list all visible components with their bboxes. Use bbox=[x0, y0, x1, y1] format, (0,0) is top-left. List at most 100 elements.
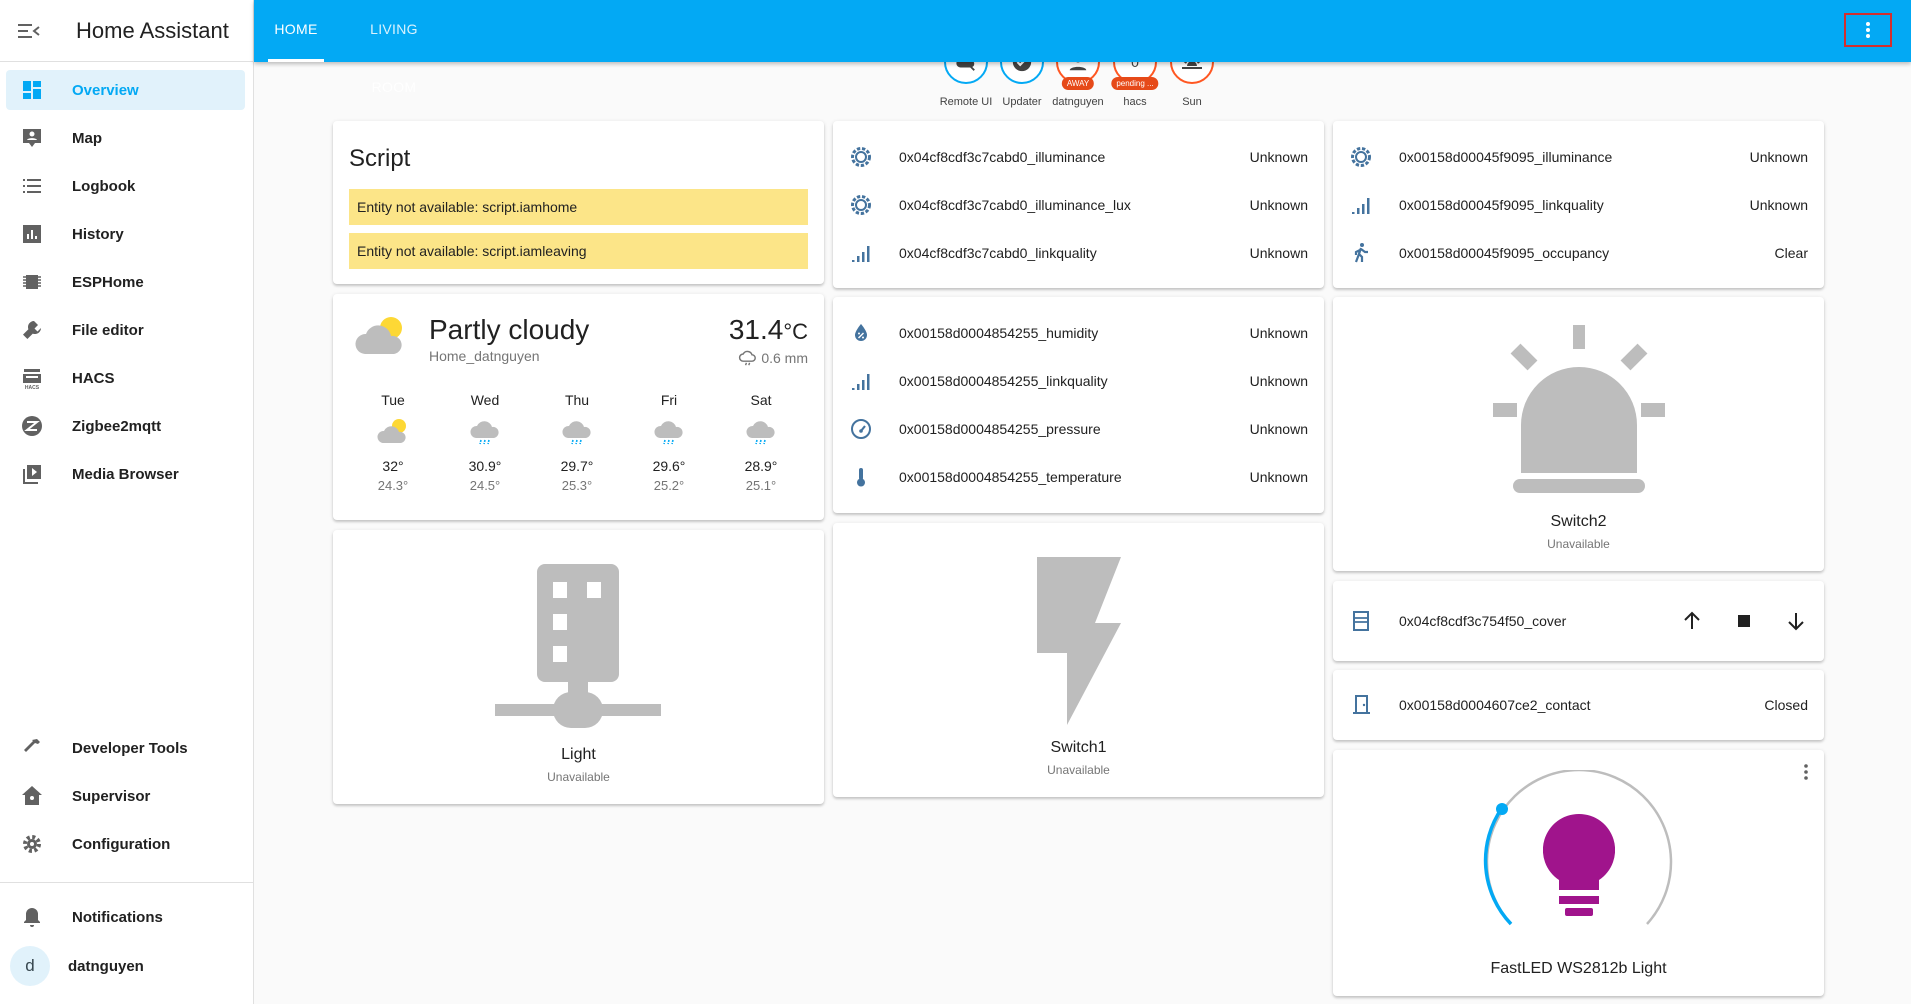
entity-name: 0x04cf8cdf3c7cabd0_illuminance_lux bbox=[899, 197, 1131, 213]
entities-card-3: 0x00158d00045f9095_illuminance Unknown 0… bbox=[1333, 121, 1824, 288]
app-title: Home Assistant bbox=[76, 17, 229, 43]
forecast-high: 32° bbox=[382, 458, 404, 474]
forecast-low: 25.2° bbox=[653, 478, 685, 493]
switch1-card[interactable]: Switch1 Unavailable bbox=[833, 523, 1324, 797]
entity-row[interactable]: 0x04cf8cdf3c7cabd0_illuminance Unknown bbox=[849, 137, 1308, 177]
dots-vertical-icon[interactable] bbox=[1804, 764, 1808, 780]
sidebar-item-label: History bbox=[72, 225, 124, 243]
arrow-up-icon[interactable] bbox=[1680, 609, 1704, 633]
entity-row[interactable]: 0x00158d0004854255_linkquality Unknown bbox=[849, 361, 1308, 401]
arrow-down-icon[interactable] bbox=[1784, 609, 1808, 633]
entity-row[interactable]: 0x00158d00045f9095_occupancy Clear bbox=[1349, 233, 1808, 273]
tab-home[interactable]: HOME bbox=[268, 0, 324, 62]
sidebar-item-media-browser[interactable]: Media Browser bbox=[6, 454, 245, 494]
entity-state: Unknown bbox=[1249, 469, 1308, 485]
rainy-icon bbox=[562, 421, 591, 445]
sidebar-item-overview[interactable]: Overview bbox=[6, 70, 245, 110]
entity-state: Closed bbox=[1764, 697, 1808, 713]
badge-label: Remote UI bbox=[939, 96, 993, 108]
zigbee-icon bbox=[22, 416, 42, 436]
thermometer-icon bbox=[857, 468, 865, 487]
entity-row[interactable]: 0x00158d0004607ce2_contact Closed bbox=[1349, 685, 1808, 725]
map-account-icon bbox=[23, 129, 41, 147]
sidebar-item-label: Supervisor bbox=[72, 787, 151, 805]
sidebar-item-label: ESPHome bbox=[72, 273, 144, 291]
entity-state: Unknown bbox=[1249, 373, 1308, 389]
badge-tag: pending ... bbox=[1111, 77, 1159, 90]
avatar: d bbox=[10, 946, 50, 986]
sidebar-item-configuration[interactable]: Configuration bbox=[6, 824, 245, 864]
switch2-card[interactable]: Switch2 Unavailable bbox=[1333, 297, 1824, 571]
warning-message: Entity not available: script.iamleaving bbox=[349, 233, 808, 269]
entity-row[interactable]: 0x00158d0004854255_pressure Unknown bbox=[849, 409, 1308, 449]
tab-living-room[interactable]: LIVING ROOM bbox=[346, 0, 442, 95]
walk-icon bbox=[1354, 243, 1368, 263]
forecast-day: Thu 29.7° 25.3° bbox=[547, 392, 607, 493]
fastled-light-card: FastLED WS2812b Light bbox=[1333, 750, 1824, 996]
entity-state: Unavailable bbox=[547, 770, 610, 784]
light-card[interactable]: Light Unavailable bbox=[333, 530, 824, 804]
entity-name: Switch2 bbox=[1550, 513, 1607, 530]
entity-name: 0x04cf8cdf3c7cabd0_linkquality bbox=[899, 245, 1097, 261]
lightbulb-icon[interactable] bbox=[1543, 814, 1615, 916]
forecast-day: Wed 30.9° 24.5° bbox=[455, 392, 515, 493]
play-box-multiple-icon bbox=[23, 465, 41, 484]
entity-row[interactable]: 0x04cf8cdf3c7cabd0_illuminance_lux Unkno… bbox=[849, 185, 1308, 225]
svg-text:HACS: HACS bbox=[25, 385, 40, 390]
precipitation-value: 0.6 mm bbox=[761, 350, 808, 366]
sidebar-item-history[interactable]: History bbox=[6, 214, 245, 254]
sidebar-item-developer-tools[interactable]: Developer Tools bbox=[6, 728, 245, 768]
signal-icon bbox=[852, 246, 870, 262]
sidebar-item-file-editor[interactable]: File editor bbox=[6, 310, 245, 350]
entity-row[interactable]: 0x04cf8cdf3c7cabd0_linkquality Unknown bbox=[849, 233, 1308, 273]
badge-label: Sun bbox=[1182, 96, 1202, 108]
sidebar-item-label: datnguyen bbox=[68, 957, 144, 975]
entity-name: 0x04cf8cdf3c754f50_cover bbox=[1399, 613, 1567, 629]
wrench-icon bbox=[23, 320, 42, 339]
entity-state: Unknown bbox=[1249, 197, 1308, 213]
weather-condition: Partly cloudy bbox=[429, 314, 590, 345]
entity-row[interactable]: 0x00158d00045f9095_linkquality Unknown bbox=[1349, 185, 1808, 225]
rainy-icon bbox=[470, 421, 499, 445]
badge-label: Updater bbox=[1002, 96, 1042, 108]
entity-row[interactable]: 0x04cf8cdf3c754f50_cover bbox=[1349, 601, 1808, 641]
badge-tag: AWAY bbox=[1061, 77, 1095, 90]
entity-row[interactable]: 0x00158d00045f9095_illuminance Unknown bbox=[1349, 137, 1808, 177]
entity-state: Unknown bbox=[1249, 421, 1308, 437]
signal-icon bbox=[1352, 198, 1370, 214]
weather-rainy-icon bbox=[739, 350, 757, 366]
entity-state: Unknown bbox=[1249, 325, 1308, 341]
sidebar-item-hacs[interactable]: HACS HACS bbox=[6, 358, 245, 398]
window-shutter-icon bbox=[1353, 611, 1369, 631]
rainy-icon bbox=[746, 421, 775, 445]
sidebar: Home Assistant Overview Map Logbook Hist… bbox=[0, 0, 254, 1004]
collapse-menu-icon[interactable] bbox=[18, 23, 48, 39]
sidebar-item-label: Logbook bbox=[72, 177, 136, 195]
entity-name: 0x00158d00045f9095_illuminance bbox=[1399, 149, 1613, 165]
entity-row[interactable]: 0x00158d0004854255_temperature Unknown bbox=[849, 457, 1308, 497]
dots-vertical-icon bbox=[1866, 22, 1870, 38]
sidebar-item-map[interactable]: Map bbox=[6, 118, 245, 158]
entity-state: Unknown bbox=[1749, 197, 1808, 213]
forecast-day-label: Fri bbox=[660, 392, 678, 408]
water-percent-icon bbox=[855, 324, 867, 341]
warning-message: Entity not available: script.iamhome bbox=[349, 189, 808, 225]
more-options-button[interactable] bbox=[1844, 13, 1892, 47]
temperature-value: 31.4 bbox=[728, 314, 784, 345]
door-closed-icon bbox=[1353, 695, 1370, 714]
forecast-high: 30.9° bbox=[468, 458, 502, 474]
sidebar-item-supervisor[interactable]: Supervisor bbox=[6, 776, 245, 816]
weather-name: Home_datnguyen bbox=[429, 348, 540, 364]
card-title: Script bbox=[349, 145, 411, 172]
sidebar-item-user[interactable]: d datnguyen bbox=[6, 946, 245, 986]
forecast-low: 25.3° bbox=[561, 478, 593, 493]
sidebar-item-logbook[interactable]: Logbook bbox=[6, 166, 245, 206]
sidebar-item-zigbee2mqtt[interactable]: Zigbee2mqtt bbox=[6, 406, 245, 446]
hacs-icon: HACS bbox=[23, 369, 41, 390]
stop-icon[interactable] bbox=[1732, 609, 1756, 633]
weather-card[interactable]: Partly cloudy Home_datnguyen 31.4°C 0.6 … bbox=[333, 294, 824, 520]
entity-name: 0x00158d0004854255_temperature bbox=[899, 469, 1122, 485]
sidebar-item-notifications[interactable]: Notifications bbox=[6, 897, 245, 937]
sidebar-item-esphome[interactable]: ESPHome bbox=[6, 262, 245, 302]
entity-row[interactable]: 0x00158d0004854255_humidity Unknown bbox=[849, 313, 1308, 353]
